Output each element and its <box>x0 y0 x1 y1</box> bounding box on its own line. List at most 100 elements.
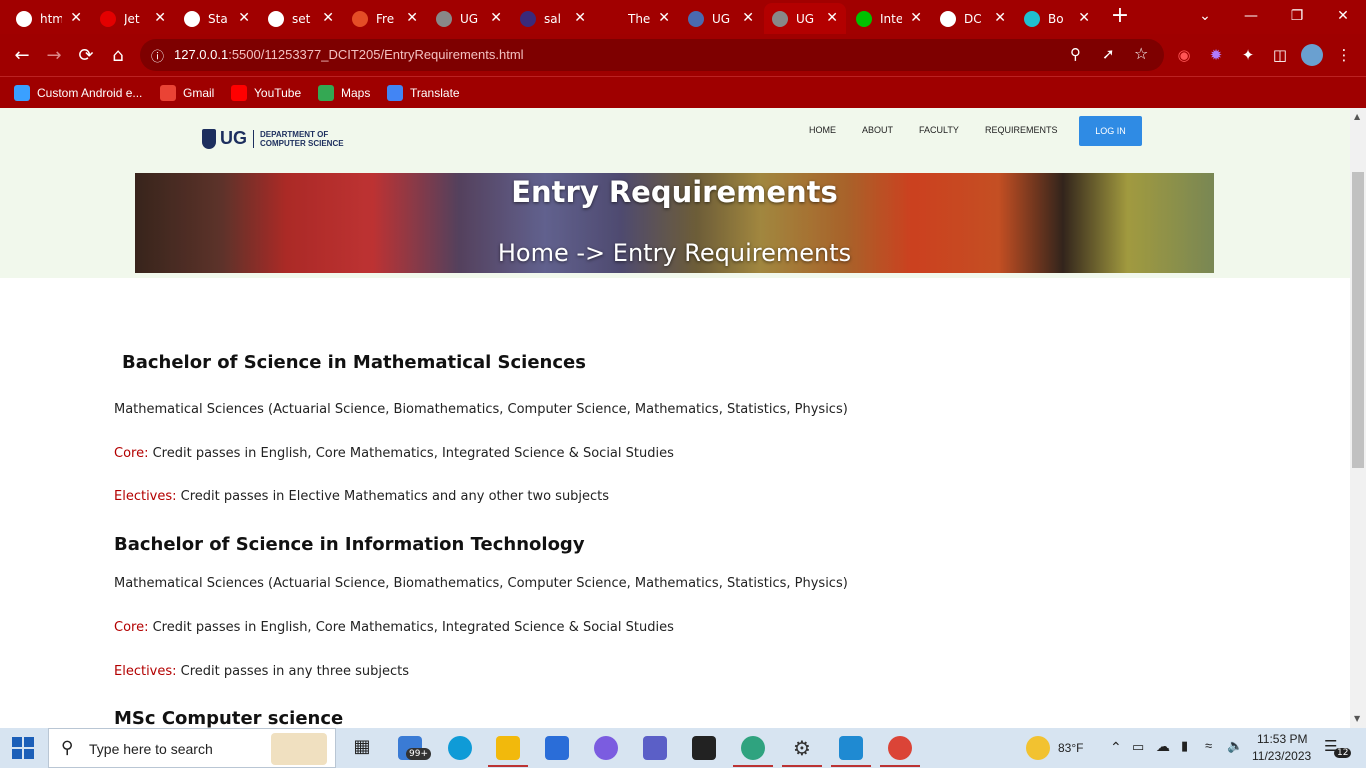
close-tab-icon[interactable]: ✕ <box>658 10 670 26</box>
close-window-button[interactable]: ✕ <box>1320 0 1366 32</box>
zoom-icon[interactable]: ⚲ <box>1070 45 1081 63</box>
close-tab-icon[interactable]: ✕ <box>994 10 1006 26</box>
close-tab-icon[interactable]: ✕ <box>910 10 922 26</box>
minimize-button[interactable]: — <box>1228 0 1274 32</box>
logo-text: UG <box>220 128 247 148</box>
google-icon <box>16 10 32 27</box>
forward-button[interactable]: → <box>40 41 68 69</box>
file-explorer-icon[interactable] <box>496 736 520 760</box>
electives-requirement: Electives: Credit passes in any three su… <box>114 664 409 679</box>
profile-avatar[interactable] <box>1299 42 1325 68</box>
close-tab-icon[interactable]: ✕ <box>1078 10 1090 26</box>
browser-tab[interactable]: sal ✕ <box>512 3 594 34</box>
reload-button[interactable]: ⟳ <box>72 41 100 69</box>
onedrive-icon[interactable]: ☁ <box>1156 738 1170 755</box>
scroll-up-icon[interactable]: ▲ <box>1354 112 1360 121</box>
browser-tab[interactable]: DC ✕ <box>932 3 1014 34</box>
browser-tab[interactable]: htm ✕ <box>8 3 90 34</box>
clock-date[interactable]: 11/23/2023 <box>1252 749 1311 763</box>
bookmark-star-icon[interactable]: ☆ <box>1134 44 1148 63</box>
core-requirement: Core: Credit passes in English, Core Mat… <box>114 446 674 461</box>
site-logo[interactable]: UG DEPARTMENT OF COMPUTER SCIENCE <box>202 128 344 149</box>
chatgpt-icon[interactable] <box>741 736 765 760</box>
browser-tab[interactable]: The ✕ <box>596 3 678 34</box>
browser-tab[interactable]: Fre ✕ <box>344 3 426 34</box>
browser-tab[interactable]: UG ✕ <box>428 3 510 34</box>
start-button[interactable] <box>12 737 34 759</box>
login-button[interactable]: LOG IN <box>1079 116 1142 146</box>
battery-icon[interactable]: ▮ <box>1181 738 1188 754</box>
tab-title: Inte <box>880 11 902 26</box>
browser-tab[interactable]: UG ✕ <box>764 3 846 34</box>
new-tab-button[interactable]: + <box>1108 4 1132 28</box>
close-tab-icon[interactable]: ✕ <box>826 10 838 26</box>
tab-title: Sta <box>208 11 228 26</box>
close-tab-icon[interactable]: ✕ <box>574 10 586 26</box>
nav-faculty[interactable]: FACULTY <box>919 125 959 135</box>
browser-tab[interactable]: Sta ✕ <box>176 3 258 34</box>
clock-time[interactable]: 11:53 PM <box>1257 732 1307 746</box>
extension-2-icon[interactable]: ✹ <box>1203 42 1229 68</box>
bookmark-gmail[interactable]: Gmail <box>160 82 214 104</box>
address-bar[interactable]: ⓘ 127.0.0.1:5500/11253377_DCIT205/EntryR… <box>140 39 1164 71</box>
close-tab-icon[interactable]: ✕ <box>406 10 418 26</box>
search-icon: ⚲ <box>61 738 74 758</box>
section-heading: Bachelor of Science in Mathematical Scie… <box>122 352 586 373</box>
nav-about[interactable]: ABOUT <box>862 125 893 135</box>
teams-icon[interactable] <box>643 736 667 760</box>
browser-tab[interactable]: set ✕ <box>260 3 342 34</box>
site-info-icon[interactable]: ⓘ <box>151 46 164 65</box>
restore-button[interactable]: ❐ <box>1274 0 1320 32</box>
page-scrollbar[interactable]: ▲ ▼ <box>1350 108 1366 728</box>
scrollbar-thumb[interactable] <box>1352 172 1364 468</box>
nav-requirements[interactable]: REQUIREMENTS <box>985 125 1058 135</box>
section-heading: MSc Computer science <box>114 708 344 728</box>
weather-temp[interactable]: 83°F <box>1058 741 1083 755</box>
close-tab-icon[interactable]: ✕ <box>322 10 334 26</box>
task-view-icon[interactable]: ▦ <box>350 736 374 760</box>
network-adapter-icon[interactable]: ▭ <box>1132 739 1144 755</box>
extensions-puzzle-icon[interactable]: ✦ <box>1235 42 1261 68</box>
browser-tab[interactable]: Jet ✕ <box>92 3 174 34</box>
edge-icon[interactable] <box>448 736 472 760</box>
bookmark-custom-android[interactable]: Custom Android e... <box>14 82 142 104</box>
url-text[interactable]: 127.0.0.1:5500/11253377_DCIT205/EntryReq… <box>174 47 524 62</box>
close-tab-icon[interactable]: ✕ <box>238 10 250 26</box>
electives-requirement: Electives: Credit passes in Elective Mat… <box>114 489 610 504</box>
home-button[interactable]: ⌂ <box>104 41 132 69</box>
close-tab-icon[interactable]: ✕ <box>154 10 166 26</box>
side-panel-icon[interactable]: ◫ <box>1267 42 1293 68</box>
tab-search-icon[interactable]: ⌄ <box>1182 0 1228 32</box>
volume-icon[interactable]: 🔈 <box>1227 738 1243 754</box>
figma-icon[interactable] <box>692 736 716 760</box>
back-button[interactable]: ← <box>8 41 36 69</box>
tab-title: set <box>292 11 311 26</box>
scroll-down-icon[interactable]: ▼ <box>1354 714 1360 723</box>
bookmark-maps[interactable]: Maps <box>318 82 370 104</box>
github-icon <box>184 10 200 27</box>
chrome-icon[interactable] <box>888 736 912 760</box>
browser-tab[interactable]: UG ✕ <box>680 3 762 34</box>
browser-tab[interactable]: Bo ✕ <box>1016 3 1098 34</box>
taskbar-search[interactable]: ⚲ Type here to search <box>48 728 336 768</box>
menu-icon[interactable]: ⋮ <box>1331 42 1357 68</box>
nav-home[interactable]: HOME <box>809 125 836 135</box>
share-icon[interactable]: ➚ <box>1102 45 1115 63</box>
settings-gear-icon[interactable]: ⚙ <box>790 736 814 760</box>
weather-icon[interactable] <box>1026 736 1050 760</box>
wifi-icon[interactable]: ≈ <box>1205 738 1212 753</box>
extension-icon[interactable]: ◉ <box>1171 42 1197 68</box>
close-tab-icon[interactable]: ✕ <box>70 10 82 26</box>
microsoft-store-icon[interactable] <box>545 736 569 760</box>
search-highlight-icon <box>271 733 327 765</box>
close-tab-icon[interactable]: ✕ <box>742 10 754 26</box>
bookmark-translate[interactable]: Translate <box>387 82 460 104</box>
bookmark-youtube[interactable]: YouTube <box>231 82 301 104</box>
tab-title: sal <box>544 11 561 26</box>
tray-chevron-icon[interactable]: ⌃ <box>1110 739 1122 756</box>
vscode-icon[interactable] <box>839 736 863 760</box>
copilot-icon[interactable] <box>594 736 618 760</box>
windows-taskbar: ⚲ Type here to search ▦ 99+ ⚙ 83°F ⌃ ▭ ☁… <box>0 728 1366 768</box>
browser-tab[interactable]: Inte ✕ <box>848 3 930 34</box>
close-tab-icon[interactable]: ✕ <box>490 10 502 26</box>
